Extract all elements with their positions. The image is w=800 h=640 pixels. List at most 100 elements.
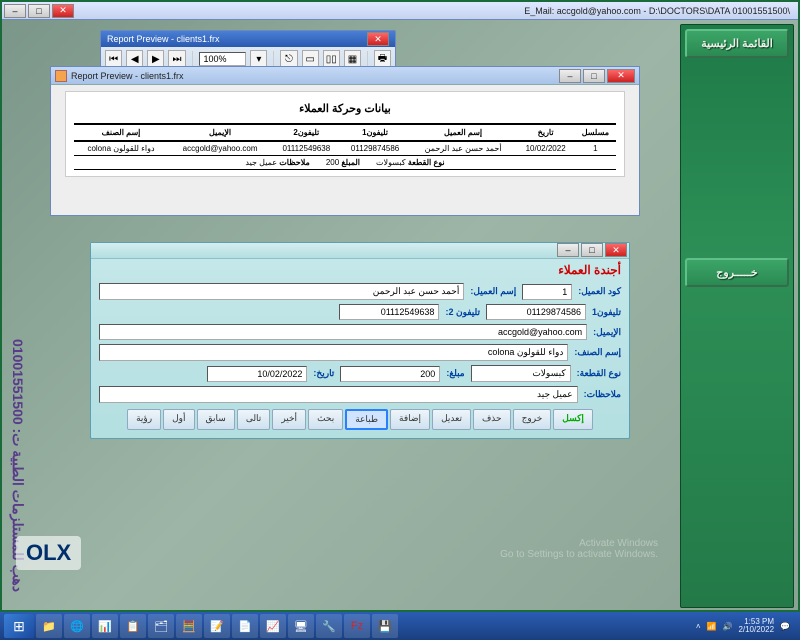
col-phone2: تليفون2 xyxy=(272,124,340,141)
add-button[interactable]: إضافة xyxy=(390,409,430,430)
cell-serial: 1 xyxy=(575,141,616,156)
task-app6-icon[interactable]: 📄 xyxy=(232,614,258,638)
print-button[interactable]: طباعة xyxy=(345,409,388,430)
clients-form-window: – □ ✕ أجندة العملاء كود العميل: 1 إسم ال… xyxy=(90,242,630,439)
prev-button[interactable]: سابق xyxy=(197,409,235,430)
report-minimize-button[interactable]: – xyxy=(559,69,581,83)
task-app4-icon[interactable]: 🧮 xyxy=(176,614,202,638)
app-title-text: \E_Mail: accgold@yahoo.com - D:\DOCTORS\… xyxy=(74,6,796,16)
task-app8-icon[interactable]: 🖥 xyxy=(288,614,314,638)
report-body-scroll[interactable]: بيانات وحركة العملاء مسلسل تاريخ إسم الع… xyxy=(51,85,639,215)
tray-notifications-icon[interactable]: 💬 xyxy=(780,622,790,631)
vertical-banner: دهب للمستلزمات الطبية ت: 01001551500 xyxy=(10,32,26,592)
desktop: – □ ✕ \E_Mail: accgold@yahoo.com - D:\DO… xyxy=(0,0,800,640)
task-app5-icon[interactable]: 📝 xyxy=(204,614,230,638)
cell-date: 10/02/2022 xyxy=(517,141,575,156)
task-app2-icon[interactable]: 📋 xyxy=(120,614,146,638)
exit-app-button[interactable]: خـــــروج xyxy=(685,258,789,287)
input-notes[interactable]: عميل جيد xyxy=(99,386,578,403)
sub-type-label: نوع القطعة xyxy=(408,158,445,167)
sub-amount-value: 200 xyxy=(326,158,339,167)
task-browser-icon[interactable]: 🌐 xyxy=(64,614,90,638)
view-button[interactable]: رؤية xyxy=(127,409,161,430)
form-button-row: إكسل خروج حذف تعديل إضافة طباعة بحث أخير… xyxy=(99,409,621,430)
app-titlebar: – □ ✕ \E_Mail: accgold@yahoo.com - D:\DO… xyxy=(2,2,798,20)
report-table: مسلسل تاريخ إسم العميل تليفون1 تليفون2 ا… xyxy=(74,123,616,156)
col-serial: مسلسل xyxy=(575,124,616,141)
app-minimize-button[interactable]: – xyxy=(4,4,26,18)
label-date: تاريخ: xyxy=(313,368,334,379)
task-app7-icon[interactable]: 📈 xyxy=(260,614,286,638)
search-button[interactable]: بحث xyxy=(308,409,343,430)
olx-logo: OLX xyxy=(16,536,81,570)
label-amount: مبلغ: xyxy=(446,368,464,379)
task-app3-icon[interactable]: 🗂 xyxy=(148,614,174,638)
report-maximize-button[interactable]: □ xyxy=(583,69,605,83)
cell-name: أحمد حسن عبد الرحمن xyxy=(410,141,517,156)
input-client-code[interactable]: 1 xyxy=(522,284,572,300)
table-row: 1 10/02/2022 أحمد حسن عبد الرحمن 0112987… xyxy=(74,141,616,156)
report-app-icon xyxy=(55,70,67,82)
edit-button[interactable]: تعديل xyxy=(432,409,471,430)
tray-sound-icon[interactable]: 🔊 xyxy=(722,622,732,631)
form-title: أجندة العملاء xyxy=(99,263,621,277)
col-client: إسم العميل xyxy=(410,124,517,141)
cell-item: دواء للقولون colona xyxy=(74,141,168,156)
report-window-title: Report Preview - clients1.frx xyxy=(71,71,184,81)
report-heading: بيانات وحركة العملاء xyxy=(74,102,616,115)
label-email: الإيميل: xyxy=(593,327,621,338)
label-notes: ملاحظات: xyxy=(584,389,621,400)
toolbar-window-title: Report Preview - clients1.frx xyxy=(107,34,220,44)
label-type: نوع القطعة: xyxy=(577,368,621,379)
delete-button[interactable]: حذف xyxy=(473,409,511,430)
task-filezilla-icon[interactable]: Fz xyxy=(344,614,370,638)
first-button[interactable]: أول xyxy=(163,409,194,430)
task-explorer-icon[interactable]: 📁 xyxy=(36,614,62,638)
cell-phone1: 01129874586 xyxy=(341,141,410,156)
start-button[interactable]: ⊞ xyxy=(4,614,34,638)
report-page: بيانات وحركة العملاء مسلسل تاريخ إسم الع… xyxy=(65,91,625,177)
main-menu-button[interactable]: القائمة الرئيسية xyxy=(685,29,789,58)
input-item-name[interactable]: دواء للقولون colona xyxy=(99,344,568,361)
input-type[interactable]: كبسولات xyxy=(471,365,571,382)
form-maximize-button[interactable]: □ xyxy=(581,243,603,257)
report-close-button[interactable]: ✕ xyxy=(607,69,635,83)
form-close-button[interactable]: ✕ xyxy=(605,243,627,257)
input-client-name[interactable]: أحمد حسن عبد الرحمن xyxy=(99,283,464,300)
tray-network-icon[interactable]: 📶 xyxy=(707,622,717,631)
last-button[interactable]: أخير xyxy=(272,409,306,430)
col-item: إسم الصنف xyxy=(74,124,168,141)
label-client-name: إسم العميل: xyxy=(470,286,516,297)
activate-windows-watermark: Activate Windows Go to Settings to activ… xyxy=(500,538,658,560)
tray-up-icon[interactable]: ˄ xyxy=(696,622,701,631)
task-app10-icon[interactable]: 💾 xyxy=(372,614,398,638)
form-exit-button[interactable]: خروج xyxy=(513,409,552,430)
input-phone1[interactable]: 01129874586 xyxy=(486,304,586,320)
app-close-button[interactable]: ✕ xyxy=(52,4,74,18)
report-preview-window: Report Preview - clients1.frx – □ ✕ بيان… xyxy=(50,66,640,216)
watermark-line2: Go to Settings to activate Windows. xyxy=(500,549,658,560)
sub-notes-value: عميل جيد xyxy=(245,158,277,167)
input-phone2[interactable]: 01112549638 xyxy=(339,304,439,320)
input-amount[interactable]: 200 xyxy=(340,366,440,382)
excel-button[interactable]: إكسل xyxy=(553,409,593,430)
task-app1-icon[interactable]: 📊 xyxy=(92,614,118,638)
system-tray[interactable]: ˄ 📶 🔊 1:53 PM 2/10/2022 💬 xyxy=(696,618,796,634)
cell-email: accgold@yahoo.com xyxy=(168,141,272,156)
toolbar-close-button[interactable]: ✕ xyxy=(367,32,389,46)
task-app9-icon[interactable]: 🔧 xyxy=(316,614,342,638)
watermark-line1: Activate Windows xyxy=(500,538,658,549)
input-date[interactable]: 10/02/2022 xyxy=(207,366,307,382)
form-minimize-button[interactable]: – xyxy=(557,243,579,257)
col-date: تاريخ xyxy=(517,124,575,141)
tb-zoom-select[interactable]: 100% xyxy=(199,52,247,66)
cell-phone2: 01112549638 xyxy=(272,141,340,156)
col-email: الإيميل xyxy=(168,124,272,141)
app-maximize-button[interactable]: □ xyxy=(28,4,50,18)
input-email[interactable]: accgold@yahoo.com xyxy=(99,324,587,340)
sub-amount-label: المبلغ xyxy=(341,158,360,167)
tray-date: 2/10/2022 xyxy=(738,626,774,634)
side-panel: القائمة الرئيسية خـــــروج xyxy=(680,24,794,608)
taskbar: ⊞ 📁 🌐 📊 📋 🗂 🧮 📝 📄 📈 🖥 🔧 Fz 💾 ˄ 📶 🔊 1:53 … xyxy=(0,612,800,640)
next-button[interactable]: تالى xyxy=(237,409,271,430)
